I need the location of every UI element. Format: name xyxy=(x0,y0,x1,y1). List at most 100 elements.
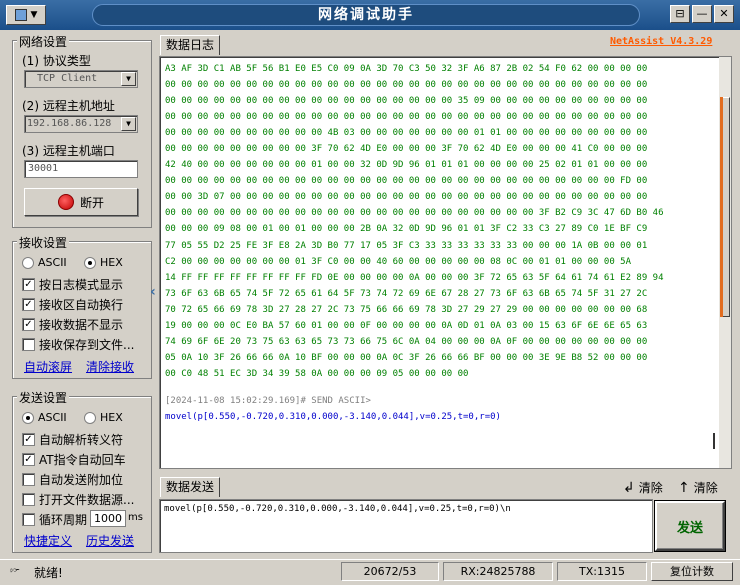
check-icon: ✓ xyxy=(22,433,35,446)
text-cursor xyxy=(713,433,715,449)
send-at-cr-checkbox[interactable]: ✓ AT指令自动回车 xyxy=(22,451,126,468)
send-option-label: 打开文件数据源... xyxy=(39,493,135,507)
recv-save-file-checkbox[interactable]: 接收保存到文件... xyxy=(22,336,134,353)
recv-auto-wrap-checkbox[interactable]: ✓ 接收区自动换行 xyxy=(22,296,123,313)
radio-icon xyxy=(22,256,34,269)
send-hex-label: HEX xyxy=(100,411,123,424)
clear-label: 清除 xyxy=(693,481,718,495)
hex-line: 14 FF FF FF FF FF FF FF FF FD 0E 00 00 0… xyxy=(165,272,664,283)
protocol-select[interactable]: TCP Client ▼ xyxy=(24,70,138,88)
app-menu-button[interactable]: ▼ xyxy=(6,5,46,25)
radio-selected-icon xyxy=(84,256,96,269)
pin-button[interactable]: ⊟ xyxy=(670,5,690,23)
disconnect-button[interactable]: 断开 xyxy=(24,188,138,216)
period-input[interactable]: 1000 xyxy=(90,510,126,527)
minimize-button[interactable]: — xyxy=(692,5,712,23)
dropdown-arrow-icon[interactable]: ▼ xyxy=(121,117,136,131)
app-icon xyxy=(14,9,27,21)
connection-led-icon xyxy=(57,194,74,210)
status-tx: TX:1315 xyxy=(557,562,647,581)
chevron-down-icon: ▼ xyxy=(30,10,38,20)
disconnect-label: 断开 xyxy=(79,195,104,210)
port-label: (3) 远程主机端口 xyxy=(22,144,115,158)
send-append-checkbox[interactable]: 自动发送附加位 xyxy=(22,471,123,488)
receive-log[interactable]: A3 AF 3D C1 AB 5F 56 B1 E0 E5 C0 09 0A 3… xyxy=(159,56,732,469)
period-unit: ms xyxy=(128,512,143,523)
status-icon: 🖙 xyxy=(10,563,20,578)
send-option-label: 循环周期 xyxy=(39,513,88,527)
recv-option-label: 接收区自动换行 xyxy=(39,298,124,312)
hex-line: 00 00 3D 07 00 00 00 00 00 00 00 00 00 0… xyxy=(165,192,648,203)
hex-line: 77 05 55 D2 25 FE 3F E8 2A 3D B0 77 17 0… xyxy=(165,240,648,251)
host-select[interactable]: 192.168.86.128 ▼ xyxy=(24,115,138,133)
recv-hide-data-checkbox[interactable]: ✓ 接收数据不显示 xyxy=(22,316,123,333)
port-input[interactable]: 30001 xyxy=(24,160,138,178)
check-icon: ✓ xyxy=(22,453,35,466)
send-ascii-radio[interactable]: ASCII xyxy=(22,411,67,424)
hex-line: A3 AF 3D C1 AB 5F 56 B1 E0 E5 C0 09 0A 3… xyxy=(165,64,648,74)
send-input[interactable]: movel(p[0.550,-0.720,0.310,0.000,-3.140,… xyxy=(159,499,653,553)
auto-scroll-link[interactable]: 自动滚屏 xyxy=(24,358,72,375)
tab-data-log[interactable]: 数据日志 xyxy=(160,35,221,55)
send-option-label: 自动解析转义符 xyxy=(39,433,124,447)
send-button[interactable]: 发送 xyxy=(655,501,725,551)
radio-icon xyxy=(84,411,96,424)
close-button[interactable]: ✕ xyxy=(714,5,734,23)
send-label: 发送 xyxy=(676,520,703,536)
clear-send-button[interactable]: ↲ 清除 xyxy=(623,479,663,496)
protocol-value: TCP Client xyxy=(37,73,98,84)
recv-ascii-radio[interactable]: ASCII xyxy=(22,256,67,269)
hex-line: 05 0A 10 3F 26 66 66 0A 10 BF 00 00 00 0… xyxy=(165,352,648,363)
send-file-source-checkbox[interactable]: 打开文件数据源... xyxy=(22,491,134,508)
tab-data-send[interactable]: 数据发送 xyxy=(160,477,221,497)
dropdown-arrow-icon[interactable]: ▼ xyxy=(121,72,136,86)
host-value: 192.168.86.128 xyxy=(27,118,112,129)
clear-history-button[interactable]: ↑ 清除 xyxy=(678,479,718,496)
status-rx: RX:24825788 xyxy=(443,562,553,581)
clear-label: 清除 xyxy=(638,481,663,495)
hex-line: C2 00 00 00 00 00 00 00 01 3F C0 00 00 4… xyxy=(165,256,631,267)
recv-hex-radio[interactable]: HEX xyxy=(84,256,123,269)
send-escape-checkbox[interactable]: ✓ 自动解析转义符 xyxy=(22,431,123,448)
hex-line: 74 69 6F 6E 20 73 75 63 63 65 73 73 66 7… xyxy=(165,336,648,347)
recv-hex-label: HEX xyxy=(100,256,123,269)
send-hex-radio[interactable]: HEX xyxy=(84,411,123,424)
send-settings-title: 发送设置 xyxy=(17,389,70,406)
hex-line: 00 00 00 00 00 00 00 00 00 00 00 00 00 0… xyxy=(165,208,664,219)
hex-line: 00 00 00 09 08 00 01 00 01 00 00 00 2B 0… xyxy=(165,224,648,235)
recv-log-mode-checkbox[interactable]: ✓ 按日志模式显示 xyxy=(22,276,123,293)
check-icon: ✓ xyxy=(22,278,35,291)
hex-line: 70 72 65 66 69 78 3D 27 28 27 2C 73 75 6… xyxy=(165,304,648,315)
checkbox-empty-icon xyxy=(22,473,35,486)
status-ready: 就绪! xyxy=(34,566,63,580)
protocol-label: (1) 协议类型 xyxy=(22,54,91,68)
log-scrollbar[interactable] xyxy=(719,57,731,468)
hex-line: 00 00 00 00 00 00 00 00 00 00 00 00 00 0… xyxy=(165,176,648,187)
window-title: 网络调试助手 xyxy=(92,4,640,26)
checkbox-empty-icon xyxy=(22,493,35,506)
radio-selected-icon xyxy=(22,411,34,424)
sent-command: movel(p[0.550,-0.720,0.310,0.000,-3.140,… xyxy=(165,412,501,422)
shortcut-link[interactable]: 快捷定义 xyxy=(24,532,72,549)
version-link[interactable]: NetAssist V4.3.29 xyxy=(610,36,712,47)
collapse-arrow-icon[interactable]: ‹ xyxy=(150,284,156,300)
send-ascii-label: ASCII xyxy=(38,411,67,424)
hex-line: 73 6F 63 6B 65 74 5F 72 65 61 64 5F 73 7… xyxy=(165,288,648,299)
history-link[interactable]: 历史发送 xyxy=(86,532,134,549)
reset-count-button[interactable]: 复位计数 xyxy=(651,562,733,581)
net-settings-title: 网络设置 xyxy=(17,33,70,50)
send-option-label: AT指令自动回车 xyxy=(39,453,126,467)
send-option-label: 自动发送附加位 xyxy=(39,473,124,487)
recv-option-label: 接收保存到文件... xyxy=(39,338,135,352)
recv-settings-title: 接收设置 xyxy=(17,234,70,251)
hex-line: 00 00 00 00 00 00 00 00 00 00 00 00 00 0… xyxy=(165,96,648,107)
host-label: (2) 远程主机地址 xyxy=(22,99,115,113)
hex-line: 00 C0 48 51 EC 3D 34 39 58 0A 00 00 00 0… xyxy=(165,368,469,379)
hex-line: 00 00 00 00 00 00 00 00 00 00 4B 03 00 0… xyxy=(165,128,648,139)
hex-line: 00 00 00 00 00 00 00 00 00 00 00 00 00 0… xyxy=(165,112,648,123)
undo-arrow-icon: ↲ xyxy=(623,479,635,496)
hex-dump: A3 AF 3D C1 AB 5F 56 B1 E0 E5 C0 09 0A 3… xyxy=(165,61,705,382)
clear-recv-link[interactable]: 清除接收 xyxy=(86,358,134,375)
send-loop-checkbox[interactable]: 循环周期 xyxy=(22,511,87,528)
hex-line: 42 40 00 00 00 00 00 00 00 01 00 00 32 0… xyxy=(165,160,648,171)
